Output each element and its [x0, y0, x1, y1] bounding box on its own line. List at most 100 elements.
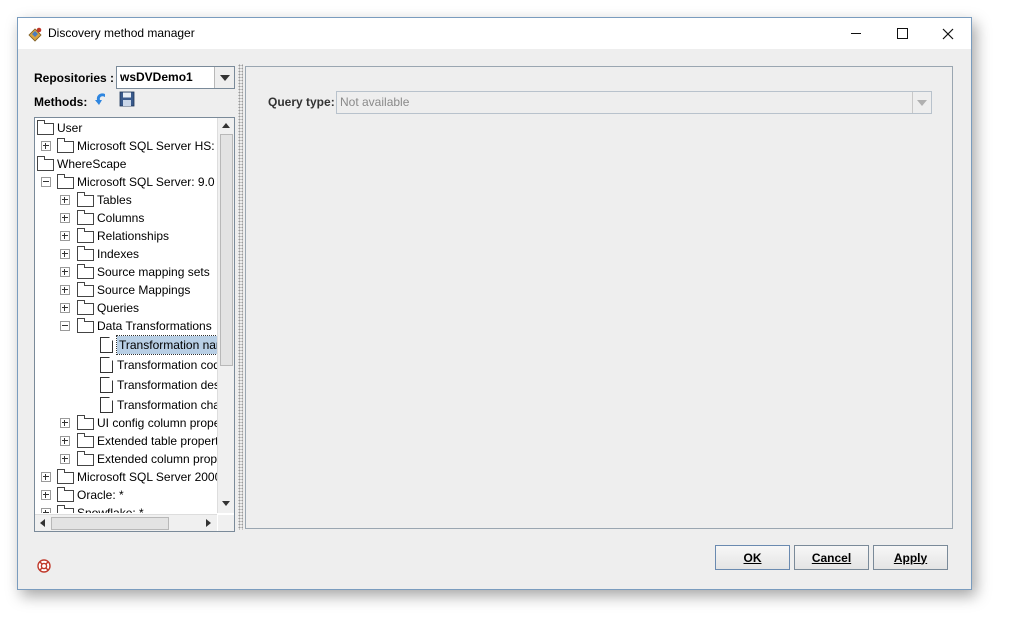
chevron-down-icon[interactable]	[912, 92, 931, 113]
expand-icon[interactable]	[60, 249, 70, 259]
tree-folder-item[interactable]: Source mapping sets	[35, 263, 217, 281]
tree-item-label: Tables	[97, 193, 132, 207]
dialog-window: Discovery method manager Repositories : …	[17, 17, 972, 590]
tree-horizontal-scrollbar[interactable]	[35, 514, 217, 531]
cancel-button[interactable]: Cancel	[794, 545, 869, 570]
document-icon	[100, 397, 113, 413]
tree-item-label: Transformation characteristics	[117, 398, 217, 412]
expand-icon[interactable]	[60, 267, 70, 277]
tree-folder-item[interactable]: Tables	[35, 191, 217, 209]
tree-item-label: Snowflake: *	[77, 506, 144, 513]
repositories-select[interactable]: wsDVDemo1	[116, 66, 235, 89]
minimize-icon	[851, 33, 861, 34]
tree-folder-item[interactable]: Microsoft SQL Server HS: *	[35, 137, 217, 155]
tree-leaf-item[interactable]: Transformation characteristics	[35, 396, 217, 414]
tree-item-label: Extended table properties	[97, 434, 217, 448]
tree-item-label: User	[57, 121, 83, 135]
expand-icon[interactable]	[60, 231, 70, 241]
tree-folder-item[interactable]: Microsoft SQL Server 2000	[35, 468, 217, 486]
app-icon	[28, 27, 42, 42]
tree-item-label: Transformation name	[116, 335, 217, 355]
folder-icon	[77, 228, 94, 243]
scroll-right-icon[interactable]	[206, 519, 211, 527]
tree-item-label: Source Mappings	[97, 283, 191, 297]
refresh-icon[interactable]	[94, 91, 108, 107]
folder-icon	[77, 192, 94, 207]
tree-folder-item[interactable]: Indexes	[35, 245, 217, 263]
scroll-thumb[interactable]	[220, 134, 233, 366]
tree-item-label: Queries	[97, 301, 140, 315]
tree-folder-item[interactable]: UI config column properties	[35, 414, 217, 432]
tree-folder-item[interactable]: Relationships	[35, 227, 217, 245]
collapse-icon[interactable]	[41, 177, 51, 187]
tree-folder-item[interactable]: Data Transformations	[35, 317, 217, 335]
tree-item-label: Transformation description	[117, 378, 217, 392]
apply-button[interactable]: Apply	[873, 545, 948, 570]
scroll-up-icon[interactable]	[222, 123, 230, 128]
query-type-select[interactable]: Not available	[336, 91, 932, 114]
query-type-label: Query type:	[268, 95, 335, 109]
folder-icon	[37, 120, 54, 135]
tree-item-label: Microsoft SQL Server 2000	[77, 470, 217, 484]
tree-folder-item[interactable]: Queries	[35, 299, 217, 317]
close-button[interactable]	[925, 18, 971, 49]
tree-folder-item[interactable]: User	[35, 119, 217, 137]
tree-viewport: User Microsoft SQL Server HS: * WhereScape…	[35, 118, 217, 513]
expand-icon[interactable]	[60, 418, 70, 428]
folder-icon	[77, 451, 94, 466]
tree-folder-item[interactable]: Oracle: *	[35, 486, 217, 504]
scroll-down-icon[interactable]	[222, 501, 230, 506]
window-title: Discovery method manager	[48, 26, 195, 40]
expand-icon[interactable]	[41, 490, 51, 500]
help-icon[interactable]	[37, 559, 51, 573]
title-bar[interactable]: Discovery method manager	[18, 18, 971, 49]
expand-icon[interactable]	[60, 454, 70, 464]
document-icon	[100, 377, 113, 393]
tree-folder-item[interactable]: Columns	[35, 209, 217, 227]
query-type-value: Not available	[340, 95, 410, 109]
tree-item-label: Data Transformations	[97, 319, 212, 333]
expand-icon[interactable]	[60, 285, 70, 295]
tree-folder-item[interactable]: Extended table properties	[35, 432, 217, 450]
folder-icon	[57, 138, 74, 153]
expand-icon[interactable]	[41, 508, 51, 513]
methods-tree[interactable]: User Microsoft SQL Server HS: * WhereScape…	[34, 117, 235, 532]
tree-item-label: Microsoft SQL Server: 9.0 - *	[77, 175, 217, 189]
expand-icon[interactable]	[41, 141, 51, 151]
tree-item-label: Extended column properties	[97, 452, 217, 466]
tree-folder-item[interactable]: Microsoft SQL Server: 9.0 - *	[35, 173, 217, 191]
maximize-button[interactable]	[879, 18, 925, 49]
expand-icon[interactable]	[60, 195, 70, 205]
minimize-button[interactable]	[833, 18, 879, 49]
folder-icon	[57, 505, 74, 513]
scroll-thumb-horizontal[interactable]	[51, 517, 169, 530]
tree-folder-item[interactable]: Snowflake: *	[35, 504, 217, 513]
tree-leaf-item[interactable]: Transformation name	[35, 335, 217, 355]
tree-item-label: Indexes	[97, 247, 140, 261]
scroll-corner	[218, 515, 234, 531]
tree-item-label: Oracle: *	[77, 488, 124, 502]
tree-folder-item[interactable]: Extended column properties	[35, 450, 217, 468]
folder-icon	[57, 174, 74, 189]
left-panel: Repositories : wsDVDemo1 Methods: User Mi…	[32, 64, 236, 532]
tree-folder-item[interactable]: WhereScape	[35, 155, 217, 173]
collapse-icon[interactable]	[60, 321, 70, 331]
split-pane-divider[interactable]	[238, 64, 243, 530]
expand-icon[interactable]	[60, 303, 70, 313]
folder-icon	[77, 264, 94, 279]
chevron-down-icon[interactable]	[214, 67, 234, 88]
tree-folder-item[interactable]: Source Mappings	[35, 281, 217, 299]
tree-vertical-scrollbar[interactable]	[217, 118, 234, 513]
expand-icon[interactable]	[41, 472, 51, 482]
tree-leaf-item[interactable]: Transformation code	[35, 356, 217, 374]
folder-icon	[77, 210, 94, 225]
tree-leaf-item[interactable]: Transformation description	[35, 376, 217, 394]
expand-icon[interactable]	[60, 213, 70, 223]
save-icon[interactable]	[119, 91, 135, 107]
folder-icon	[77, 282, 94, 297]
tree-item-label: WhereScape	[57, 157, 127, 171]
scroll-left-icon[interactable]	[40, 519, 45, 527]
ok-button[interactable]: OK	[715, 545, 790, 570]
methods-label: Methods:	[34, 95, 88, 109]
expand-icon[interactable]	[60, 436, 70, 446]
